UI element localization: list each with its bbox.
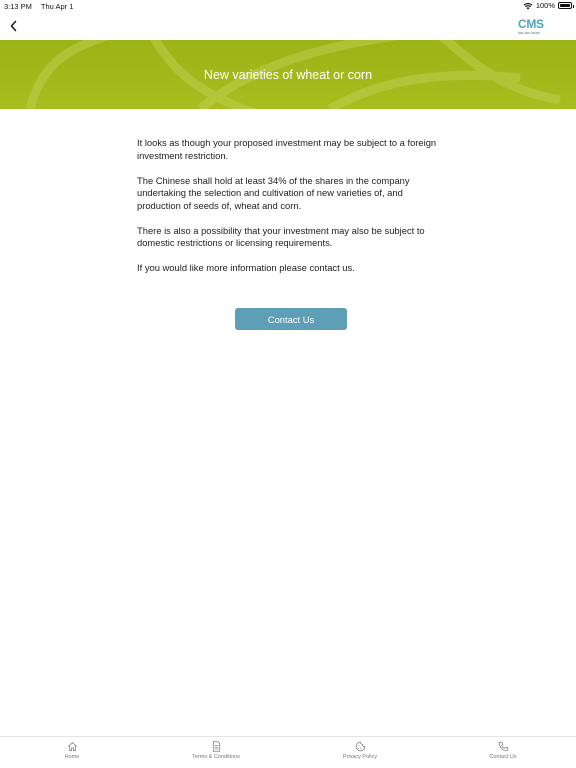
paragraph-domestic: There is also a possibility that your in… — [137, 224, 425, 249]
phone-icon — [498, 741, 508, 752]
status-bar: 3:13 PM Thu Apr 1 100% — [0, 0, 576, 12]
page-title: New varieties of wheat or corn — [203, 67, 373, 82]
tab-bar: Home Terms & Conditions Privacy Policy C… — [0, 736, 576, 768]
paragraph-contact: If you would like more information pleas… — [137, 262, 355, 273]
tab-home[interactable]: Home — [56, 741, 88, 760]
message-content: It looks as though your proposed investm… — [137, 137, 447, 287]
tab-home-label: Home — [64, 754, 80, 760]
paragraph-restriction: It looks as though your proposed investm… — [137, 137, 437, 161]
tab-privacy[interactable]: Privacy Policy — [336, 741, 384, 760]
battery-percent: 100% — [535, 1, 555, 10]
logo-mark-text: CMS — [518, 17, 544, 31]
tab-terms[interactable]: Terms & Conditions — [186, 741, 246, 760]
tab-privacy-label: Privacy Policy — [342, 754, 378, 760]
status-time: 3:13 PM — [4, 2, 32, 11]
back-button[interactable] — [8, 18, 22, 34]
wifi-icon — [523, 2, 533, 9]
home-icon — [67, 742, 77, 751]
logo-mark: CMS — [518, 18, 548, 30]
tab-terms-label: Terms & Conditions — [192, 754, 240, 760]
logo-tagline: law-tax-future — [518, 31, 540, 35]
status-date: Thu Apr 1 — [40, 2, 74, 11]
tab-contact-label: Contact Us — [489, 754, 517, 760]
battery-icon — [558, 2, 574, 9]
tab-contact[interactable]: Contact Us — [484, 741, 522, 760]
hero-banner: New varieties of wheat or corn — [0, 40, 576, 109]
contact-us-button[interactable]: Contact Us — [235, 308, 347, 330]
chevron-left-icon — [10, 20, 17, 32]
paragraph-shareholding: The Chinese shall hold at least 34% of t… — [137, 174, 410, 211]
navigation-bar: CMS law-tax-future — [0, 12, 576, 40]
cookie-icon — [355, 741, 365, 752]
cms-logo: CMS law-tax-future — [518, 18, 548, 38]
document-icon — [212, 741, 220, 752]
